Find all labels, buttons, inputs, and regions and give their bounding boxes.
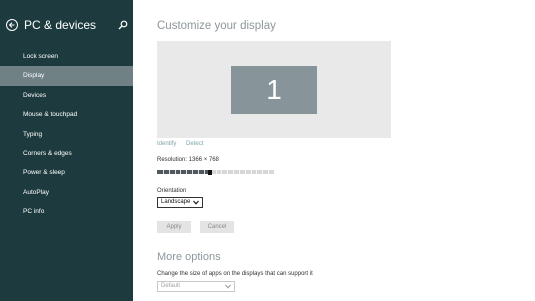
monitor-tile[interactable]: 1 (231, 66, 317, 114)
app-size-value: Default (161, 283, 181, 289)
back-button[interactable] (6, 19, 18, 31)
chevron-down-icon (193, 200, 199, 205)
slider-tick (216, 170, 217, 174)
sidebar-item-autoplay[interactable]: AutoPlay (0, 183, 133, 202)
section-heading: Customize your display (157, 20, 276, 32)
more-options-heading: More options (157, 251, 221, 263)
slider-tick (251, 170, 252, 174)
back-arrow-icon (8, 22, 15, 28)
slider-tick (221, 170, 222, 174)
search-icon[interactable] (118, 20, 128, 30)
slider-tick (239, 170, 240, 174)
slider-tick (268, 170, 269, 174)
detect-link[interactable]: Detect (186, 141, 203, 147)
slider-tick (169, 170, 170, 174)
slider-tick (233, 170, 234, 174)
sidebar-item-lock-screen[interactable]: Lock screen (0, 47, 133, 66)
sidebar-item-mouse-touchpad[interactable]: Mouse & touchpad (0, 105, 133, 124)
slider-tick (198, 170, 199, 174)
page-title: PC & devices (24, 18, 97, 32)
resolution-label: Resolution: 1366 × 768 (157, 157, 219, 163)
sidebar-item-typing[interactable]: Typing (0, 125, 133, 144)
slider-tick (192, 170, 193, 174)
resolution-slider-thumb[interactable] (208, 169, 212, 175)
sidebar: PC & devices Lock screen Display Devices… (0, 0, 133, 301)
chevron-down-icon (225, 284, 231, 289)
apply-button[interactable]: Apply (157, 221, 191, 233)
sidebar-item-display[interactable]: Display (0, 66, 133, 86)
display-links: Identify Detect (157, 141, 211, 147)
sidebar-nav: Lock screen Display Devices Mouse & touc… (0, 47, 133, 222)
slider-tick (163, 170, 164, 174)
orientation-dropdown[interactable]: Landscape (157, 197, 203, 208)
slider-tick (256, 170, 257, 174)
sidebar-item-devices[interactable]: Devices (0, 86, 133, 105)
identify-link[interactable]: Identify (157, 141, 176, 147)
slider-tick (227, 170, 228, 174)
cancel-button[interactable]: Cancel (200, 221, 234, 233)
slider-tick (262, 170, 263, 174)
resolution-slider-ticks (157, 170, 274, 174)
app-size-label: Change the size of apps on the displays … (157, 271, 313, 277)
orientation-label: Orientation (157, 188, 187, 194)
sidebar-header: PC & devices (6, 18, 130, 38)
resolution-slider[interactable] (157, 169, 274, 175)
main-content: Customize your display 1 Identify Detect… (133, 0, 535, 301)
sidebar-item-corners-edges[interactable]: Corners & edges (0, 144, 133, 163)
slider-tick (204, 170, 205, 174)
sidebar-item-pc-info[interactable]: PC info (0, 202, 133, 221)
slider-tick (180, 170, 181, 174)
orientation-value: Landscape (161, 199, 191, 205)
slider-tick (186, 170, 187, 174)
sidebar-item-power-sleep[interactable]: Power & sleep (0, 163, 133, 182)
display-preview-area: 1 (157, 41, 391, 138)
slider-tick (245, 170, 246, 174)
app-size-dropdown[interactable]: Default (157, 281, 235, 292)
slider-tick (175, 170, 176, 174)
